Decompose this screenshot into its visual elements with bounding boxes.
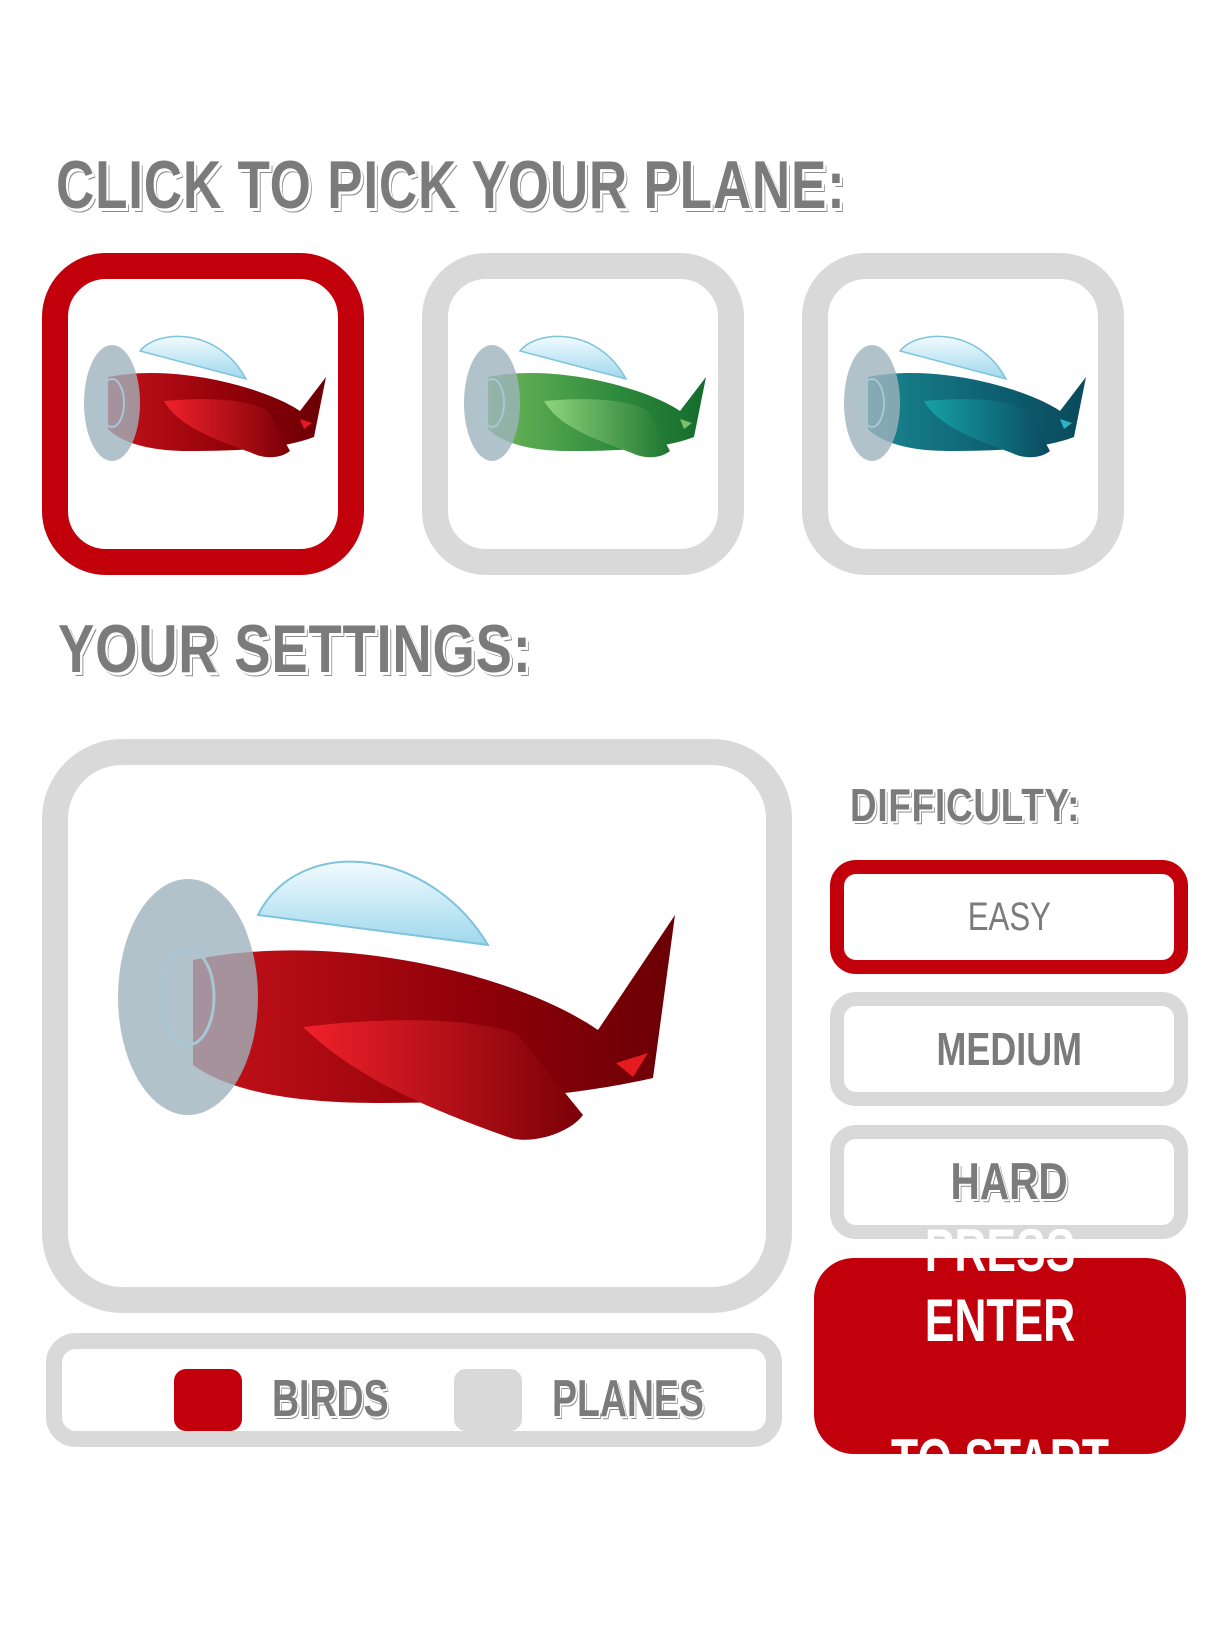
difficulty-medium-button[interactable]: MEDIUM — [830, 992, 1188, 1106]
birds-swatch — [174, 1369, 242, 1431]
planes-label: PLANES — [552, 1370, 704, 1428]
teal-plane-icon — [844, 335, 1086, 461]
difficulty-medium-label: MEDIUM — [936, 1023, 1082, 1075]
start-line-2: TO START — [891, 1427, 1109, 1494]
plane-option-teal[interactable] — [802, 253, 1124, 575]
legend-panel: BIRDS PLANES — [46, 1333, 782, 1447]
birds-label: BIRDS — [272, 1370, 389, 1428]
start-line-1: PRESS ENTER — [924, 1217, 1076, 1354]
start-button-label: PRESS ENTER TO START — [862, 1146, 1137, 1566]
red-plane-icon — [84, 335, 326, 461]
settings-heading: YOUR SETTINGS: — [58, 611, 532, 687]
planes-swatch — [454, 1369, 522, 1431]
plane-option-red[interactable] — [42, 253, 364, 575]
green-plane-icon — [464, 335, 706, 461]
difficulty-heading: DIFFICULTY: — [850, 779, 1081, 831]
difficulty-easy-label: EASY — [967, 894, 1051, 939]
red-plane-preview-icon — [118, 860, 675, 1140]
pick-plane-heading: CLICK TO PICK YOUR PLANE: — [56, 147, 846, 223]
difficulty-easy-button[interactable]: EASY — [830, 860, 1188, 974]
start-button[interactable]: PRESS ENTER TO START — [814, 1217, 1186, 1494]
plane-option-green[interactable] — [422, 253, 744, 575]
selected-plane-preview — [42, 739, 792, 1313]
